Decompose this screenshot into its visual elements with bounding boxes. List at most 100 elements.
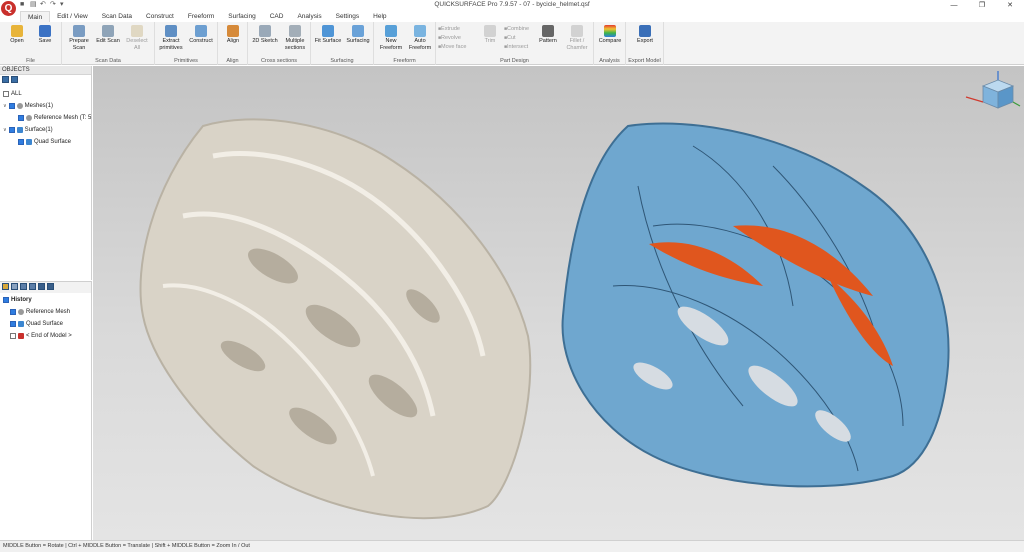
surfacing-icon [352,25,364,37]
group-primitives: Extract primitives Construct Primitives [155,22,218,65]
tree-quad-surface[interactable]: Quad Surface [18,137,71,147]
tree-icon[interactable] [11,283,18,290]
history-item[interactable]: Quad Surface [10,319,63,329]
open-button[interactable]: Open [3,24,31,45]
checkbox[interactable] [10,309,16,315]
3d-viewport[interactable] [93,66,1024,540]
tab-analysis[interactable]: Analysis [290,11,328,22]
group-label: File [26,58,35,64]
compare-icon [604,25,616,37]
combine-button[interactable]: Combine [504,25,529,34]
auto-freeform-button[interactable]: Auto Freeform [406,24,434,51]
surface-icon [18,321,24,327]
mesh-icon [26,115,32,121]
chevron-down-icon[interactable]: ∨ [3,101,7,111]
step-back-icon[interactable] [20,283,27,290]
checkbox[interactable] [10,321,16,327]
history-toolbar [0,282,91,293]
checkbox[interactable] [10,333,16,339]
group-label: Freeform [393,58,416,64]
step-forward-icon[interactable] [29,283,36,290]
chevron-down-icon[interactable]: ∨ [3,125,7,135]
export-button[interactable]: Export [631,24,659,45]
tree-all[interactable]: ALL [3,89,22,99]
revolve-button[interactable]: Revolve [438,34,466,43]
checkbox[interactable] [8,103,15,109]
quad-surface-model[interactable] [561,122,950,488]
surface-icon [16,127,23,133]
construct-button[interactable]: Construct [187,24,215,45]
deselect-all-button[interactable]: Deselect All [123,24,151,51]
ribbon: Open Save File Prepare Scan Edit Scan De… [0,22,1024,65]
extract-primitives-icon [165,25,177,37]
sections-icon [289,25,301,37]
pattern-button[interactable]: Pattern [534,24,562,45]
group-cross-sections: 2D Sketch Multiple sections Cross sectio… [248,22,311,65]
extract-primitives-button[interactable]: Extract primitives [157,24,185,51]
expand-icon[interactable] [2,76,9,83]
reference-mesh-model[interactable] [139,118,532,520]
tree-meshes[interactable]: ∨ Meshes(1) [3,101,53,111]
fillet-chamfer-button[interactable]: Fillet / Chamfer [563,24,591,51]
last-icon[interactable] [47,283,54,290]
pattern-icon [542,25,554,37]
minimize-button[interactable]: — [940,0,968,11]
edit-scan-button[interactable]: Edit Scan [94,24,122,45]
menu-bar: Main Edit / View Scan Data Construct Fre… [0,11,1024,22]
mesh-icon [18,309,24,315]
tree-reference-mesh[interactable]: Reference Mesh (T: 5 [18,113,91,123]
filter-icon[interactable] [11,76,18,83]
tab-construct[interactable]: Construct [139,11,181,22]
tab-settings[interactable]: Settings [329,11,367,22]
checkbox[interactable] [3,297,9,303]
history-icon[interactable] [2,283,9,290]
app-logo[interactable]: Q [1,1,16,16]
end-marker-icon [18,333,24,339]
maximize-button[interactable]: ❐ [968,0,996,11]
sketch-icon [259,25,271,37]
close-button[interactable]: ✕ [996,0,1024,11]
history-root[interactable]: History [3,295,32,305]
checkbox[interactable] [18,115,24,121]
cut-button[interactable]: Cut [504,34,529,43]
window-controls: — ❐ ✕ [940,0,1024,11]
fit-surface-button[interactable]: Fit Surface [314,24,342,45]
checkbox[interactable] [3,91,9,97]
view-cube[interactable] [965,71,1021,109]
group-file: Open Save File [0,22,62,65]
prepare-scan-button[interactable]: Prepare Scan [65,24,93,51]
trim-button[interactable]: Trim [476,24,504,45]
move-face-button[interactable]: Move face [438,43,466,52]
group-label: Primitives [174,58,198,64]
compare-button[interactable]: Compare [596,24,624,45]
tab-freeform[interactable]: Freeform [181,11,221,22]
tab-cad[interactable]: CAD [263,11,291,22]
first-icon[interactable] [38,283,45,290]
tab-scan-data[interactable]: Scan Data [95,11,139,22]
tree-surfaces[interactable]: ∨ Surface(1) [3,125,53,135]
history-item[interactable]: Reference Mesh [10,307,70,317]
align-button[interactable]: Align [219,24,247,45]
extrude-button[interactable]: Extrude [438,25,466,34]
surfacing-button[interactable]: Surfacing [344,24,372,45]
intersect-button[interactable]: Intersect [504,43,529,52]
save-button[interactable]: Save [31,24,59,45]
multiple-sections-button[interactable]: Multiple sections [281,24,309,51]
group-export-model: Export Export Model [626,22,664,65]
tab-surfacing[interactable]: Surfacing [221,11,262,22]
part-design-list-2: Combine Cut Intersect [504,25,529,52]
status-bar: MIDDLE Button = Rotate | Ctrl + MIDDLE B… [0,540,1024,552]
checkbox[interactable] [8,127,15,133]
tab-help[interactable]: Help [366,11,393,22]
history-panel: History Reference Mesh Quad Surface < En… [0,281,92,540]
tab-main[interactable]: Main [20,11,51,22]
tab-edit-view[interactable]: Edit / View [50,11,95,22]
group-label: Surfacing [330,58,354,64]
fillet-icon [571,25,583,37]
construct-icon [195,25,207,37]
objects-panel: OBJECTS ALL ∨ Meshes(1) Reference Mesh (T… [0,66,92,280]
history-end[interactable]: < End of Model > [10,331,72,341]
new-freeform-button[interactable]: New Freeform [377,24,405,51]
sketch-2d-button[interactable]: 2D Sketch [251,24,279,45]
checkbox[interactable] [18,139,24,145]
